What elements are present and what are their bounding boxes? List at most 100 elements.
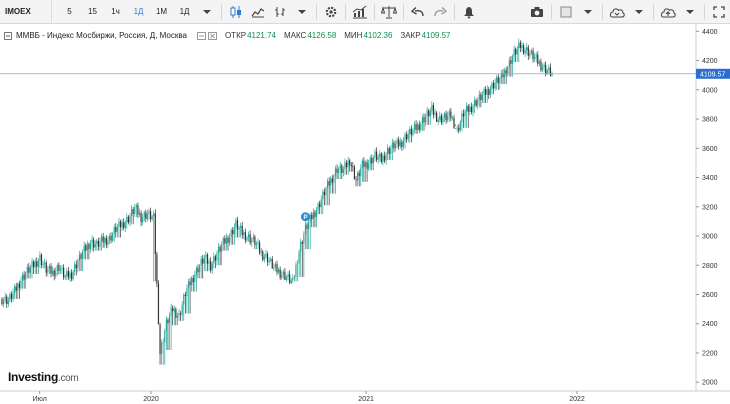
candle-body: [420, 123, 422, 131]
candle-body: [127, 216, 130, 223]
candle-body: [45, 262, 47, 273]
candle-body: [151, 216, 153, 220]
candle-body: [405, 134, 408, 140]
candle-body: [319, 203, 321, 208]
candle-body: [20, 280, 22, 288]
candle-body: [540, 61, 542, 71]
toolbar-separator: [454, 3, 455, 20]
candle-body: [225, 237, 228, 244]
candle-body: [233, 227, 235, 235]
area-button[interactable]: [247, 0, 269, 24]
candle-body: [18, 283, 20, 288]
indicators-button[interactable]: [349, 0, 371, 24]
y-tick-label: 4000: [702, 87, 718, 94]
fullscreen-button[interactable]: [708, 0, 730, 24]
candle-body: [296, 263, 299, 265]
candle-body: [39, 254, 41, 261]
alert-button[interactable]: [458, 0, 480, 24]
candle-body: [477, 100, 479, 106]
candle-body: [255, 243, 258, 245]
candle-body: [439, 115, 441, 121]
candle-body: [541, 67, 544, 71]
candle-body: [467, 105, 469, 112]
timeframe-5[interactable]: 5: [58, 0, 81, 24]
bars-button[interactable]: [269, 0, 291, 24]
timeframe-1d[interactable]: 1Д: [127, 0, 150, 24]
candle-body: [333, 175, 335, 183]
candle-body: [221, 244, 223, 252]
candle-body: [537, 54, 539, 64]
candle-body: [352, 166, 354, 168]
candle-body: [175, 308, 177, 318]
toolbar-separator: [221, 3, 222, 20]
redo-button[interactable]: [429, 0, 451, 24]
candle-body: [445, 113, 447, 121]
candle-body: [423, 117, 425, 123]
candle-body: [259, 242, 261, 253]
candle-body: [211, 263, 213, 271]
x-tick-label: 2020: [143, 396, 159, 403]
bars-dropdown[interactable]: [291, 0, 313, 24]
y-tick-label: 3400: [702, 175, 718, 182]
snapshot-button[interactable]: [526, 0, 548, 24]
candle-body: [241, 225, 243, 236]
candle-body: [363, 160, 365, 168]
color-dropdown[interactable]: [577, 0, 599, 24]
load-dropdown[interactable]: [628, 0, 650, 24]
cloud-upload-icon: [660, 7, 676, 17]
gear-icon: [325, 6, 337, 17]
candle-body: [191, 277, 193, 286]
candle-body: [59, 269, 62, 271]
candle-body: [143, 212, 145, 218]
candle-body: [249, 234, 251, 243]
y-tick-label: 4200: [702, 58, 718, 65]
color-button[interactable]: [555, 0, 577, 24]
candles-button[interactable]: [225, 0, 247, 24]
candle-body: [524, 50, 526, 54]
candle-body: [344, 162, 346, 170]
settings-button[interactable]: [320, 0, 342, 24]
candle-body: [369, 158, 371, 164]
candle-body: [91, 239, 93, 243]
candle-body: [40, 254, 43, 265]
candle-body: [14, 286, 16, 293]
candle-body: [451, 117, 454, 119]
candle-body: [330, 178, 332, 186]
candle-body: [475, 100, 477, 106]
candle-body: [339, 165, 341, 170]
candle-body: [69, 272, 71, 278]
candle-body: [472, 106, 474, 113]
candle-body: [418, 124, 420, 131]
caret-down-icon: [686, 9, 694, 14]
compare-button[interactable]: [378, 0, 400, 24]
undo-button[interactable]: [407, 0, 429, 24]
symbol-field[interactable]: IMOEX: [0, 0, 52, 24]
candle-body: [97, 240, 100, 247]
timeframe-1m[interactable]: 1М: [150, 0, 173, 24]
price-chart[interactable]: 2000 2200 2400 2600 2800 3000 3200 3400 3600 3800…: [0, 24, 730, 404]
candle-body: [494, 82, 496, 89]
candle-body: [228, 237, 231, 243]
timeframe-1h[interactable]: 1ч: [104, 0, 127, 24]
candle-body: [138, 212, 141, 215]
candle-body: [224, 238, 226, 244]
load-layout-button[interactable]: [606, 0, 628, 24]
candle-body: [130, 209, 133, 216]
save-layout-button[interactable]: [657, 0, 679, 24]
candle-body: [322, 191, 324, 200]
candle-body: [161, 342, 163, 355]
candle-body: [63, 267, 65, 278]
undo-icon: [411, 6, 424, 16]
candle-body: [374, 151, 376, 158]
candle-body: [265, 253, 267, 257]
timeframe-15[interactable]: 15: [81, 0, 104, 24]
candle-body: [230, 230, 232, 238]
candle-body: [317, 203, 319, 211]
save-dropdown[interactable]: [679, 0, 701, 24]
candle-body: [77, 260, 79, 269]
candle-body: [42, 263, 44, 265]
timeframe-1d-alt[interactable]: 1Д: [173, 0, 196, 24]
timeframe-dropdown[interactable]: [196, 0, 218, 24]
event-marker-label: P: [303, 215, 307, 221]
candle-body: [353, 167, 356, 180]
